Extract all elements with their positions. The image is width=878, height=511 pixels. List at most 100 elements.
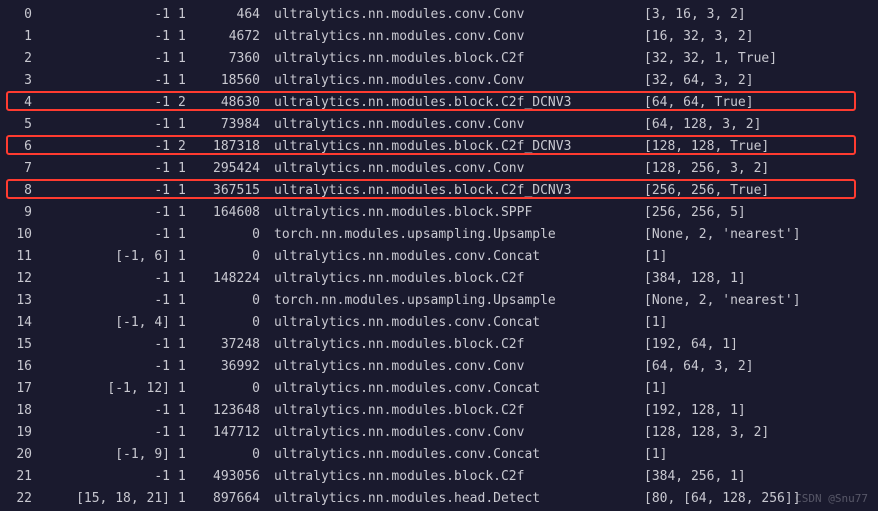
cell-n: 1 bbox=[178, 158, 204, 180]
cell-idx: 21 bbox=[8, 466, 38, 488]
cell-params: 0 bbox=[204, 378, 274, 400]
cell-n: 1 bbox=[178, 180, 204, 202]
cell-from: -1 bbox=[38, 158, 178, 180]
table-row: 16-1136992ultralytics.nn.modules.conv.Co… bbox=[8, 356, 870, 378]
cell-module: ultralytics.nn.modules.block.C2f bbox=[274, 400, 644, 422]
cell-from: -1 bbox=[38, 180, 178, 202]
cell-args: [32, 64, 3, 2] bbox=[644, 70, 870, 92]
cell-args: [128, 128, 3, 2] bbox=[644, 422, 870, 444]
cell-params: 0 bbox=[204, 444, 274, 466]
cell-args: [1] bbox=[644, 312, 870, 334]
cell-idx: 13 bbox=[8, 290, 38, 312]
cell-params: 0 bbox=[204, 312, 274, 334]
cell-from: -1 bbox=[38, 422, 178, 444]
cell-params: 187318 bbox=[204, 136, 274, 158]
cell-args: [3, 16, 3, 2] bbox=[644, 4, 870, 26]
cell-idx: 9 bbox=[8, 202, 38, 224]
cell-idx: 4 bbox=[8, 92, 38, 114]
cell-from: -1 bbox=[38, 92, 178, 114]
cell-args: [32, 32, 1, True] bbox=[644, 48, 870, 70]
cell-idx: 10 bbox=[8, 224, 38, 246]
cell-module: ultralytics.nn.modules.conv.Concat bbox=[274, 312, 644, 334]
cell-idx: 11 bbox=[8, 246, 38, 268]
cell-idx: 19 bbox=[8, 422, 38, 444]
table-row: 4-1248630ultralytics.nn.modules.block.C2… bbox=[8, 92, 870, 114]
cell-params: 18560 bbox=[204, 70, 274, 92]
cell-module: ultralytics.nn.modules.conv.Conv bbox=[274, 356, 644, 378]
cell-from: -1 bbox=[38, 4, 178, 26]
table-row: 6-12187318ultralytics.nn.modules.block.C… bbox=[8, 136, 870, 158]
cell-idx: 8 bbox=[8, 180, 38, 202]
cell-n: 1 bbox=[178, 70, 204, 92]
cell-params: 493056 bbox=[204, 466, 274, 488]
cell-from: [-1, 9] bbox=[38, 444, 178, 466]
cell-params: 36992 bbox=[204, 356, 274, 378]
cell-module: ultralytics.nn.modules.block.C2f_DCNV3 bbox=[274, 180, 644, 202]
cell-params: 367515 bbox=[204, 180, 274, 202]
table-row: 20[-1, 9]10ultralytics.nn.modules.conv.C… bbox=[8, 444, 870, 466]
cell-idx: 1 bbox=[8, 26, 38, 48]
cell-from: [-1, 6] bbox=[38, 246, 178, 268]
cell-n: 1 bbox=[178, 224, 204, 246]
cell-params: 48630 bbox=[204, 92, 274, 114]
cell-args: [256, 256, True] bbox=[644, 180, 870, 202]
cell-idx: 2 bbox=[8, 48, 38, 70]
table-row: 10-110torch.nn.modules.upsampling.Upsamp… bbox=[8, 224, 870, 246]
cell-from: [-1, 4] bbox=[38, 312, 178, 334]
cell-args: [None, 2, 'nearest'] bbox=[644, 290, 870, 312]
cell-from: [15, 18, 21] bbox=[38, 488, 178, 510]
cell-n: 1 bbox=[178, 378, 204, 400]
cell-n: 2 bbox=[178, 136, 204, 158]
table-row: 21-11493056ultralytics.nn.modules.block.… bbox=[8, 466, 870, 488]
cell-module: ultralytics.nn.modules.conv.Conv bbox=[274, 422, 644, 444]
cell-args: [192, 64, 1] bbox=[644, 334, 870, 356]
table-row: 17[-1, 12]10ultralytics.nn.modules.conv.… bbox=[8, 378, 870, 400]
cell-params: 123648 bbox=[204, 400, 274, 422]
table-row: 18-11123648ultralytics.nn.modules.block.… bbox=[8, 400, 870, 422]
cell-from: -1 bbox=[38, 466, 178, 488]
cell-module: ultralytics.nn.modules.block.C2f bbox=[274, 334, 644, 356]
cell-args: [64, 64, True] bbox=[644, 92, 870, 114]
cell-module: ultralytics.nn.modules.head.Detect bbox=[274, 488, 644, 510]
cell-args: [128, 128, True] bbox=[644, 136, 870, 158]
table-row: 14[-1, 4]10ultralytics.nn.modules.conv.C… bbox=[8, 312, 870, 334]
cell-idx: 16 bbox=[8, 356, 38, 378]
cell-args: [64, 128, 3, 2] bbox=[644, 114, 870, 136]
cell-args: [192, 128, 1] bbox=[644, 400, 870, 422]
table-row: 8-11367515ultralytics.nn.modules.block.C… bbox=[8, 180, 870, 202]
cell-from: -1 bbox=[38, 48, 178, 70]
cell-module: ultralytics.nn.modules.block.C2f bbox=[274, 48, 644, 70]
table-row: 1-114672ultralytics.nn.modules.conv.Conv… bbox=[8, 26, 870, 48]
cell-params: 148224 bbox=[204, 268, 274, 290]
cell-module: ultralytics.nn.modules.conv.Concat bbox=[274, 378, 644, 400]
cell-n: 1 bbox=[178, 290, 204, 312]
cell-args: [1] bbox=[644, 444, 870, 466]
cell-n: 1 bbox=[178, 400, 204, 422]
cell-n: 1 bbox=[178, 246, 204, 268]
table-row: 15-1137248ultralytics.nn.modules.block.C… bbox=[8, 334, 870, 356]
cell-module: ultralytics.nn.modules.block.C2f_DCNV3 bbox=[274, 92, 644, 114]
cell-n: 1 bbox=[178, 334, 204, 356]
cell-module: ultralytics.nn.modules.block.C2f bbox=[274, 268, 644, 290]
cell-module: ultralytics.nn.modules.conv.Conv bbox=[274, 114, 644, 136]
cell-params: 73984 bbox=[204, 114, 274, 136]
cell-n: 1 bbox=[178, 268, 204, 290]
cell-from: -1 bbox=[38, 136, 178, 158]
cell-n: 1 bbox=[178, 114, 204, 136]
cell-from: -1 bbox=[38, 268, 178, 290]
cell-args: [256, 256, 5] bbox=[644, 202, 870, 224]
table-row: 5-1173984ultralytics.nn.modules.conv.Con… bbox=[8, 114, 870, 136]
cell-module: ultralytics.nn.modules.conv.Conv bbox=[274, 4, 644, 26]
cell-params: 0 bbox=[204, 290, 274, 312]
cell-n: 1 bbox=[178, 444, 204, 466]
cell-args: [384, 256, 1] bbox=[644, 466, 870, 488]
cell-n: 1 bbox=[178, 488, 204, 510]
cell-from: -1 bbox=[38, 70, 178, 92]
cell-params: 0 bbox=[204, 224, 274, 246]
cell-n: 1 bbox=[178, 26, 204, 48]
cell-from: -1 bbox=[38, 202, 178, 224]
cell-module: ultralytics.nn.modules.block.SPPF bbox=[274, 202, 644, 224]
table-row: 13-110torch.nn.modules.upsampling.Upsamp… bbox=[8, 290, 870, 312]
cell-from: -1 bbox=[38, 356, 178, 378]
cell-from: -1 bbox=[38, 400, 178, 422]
